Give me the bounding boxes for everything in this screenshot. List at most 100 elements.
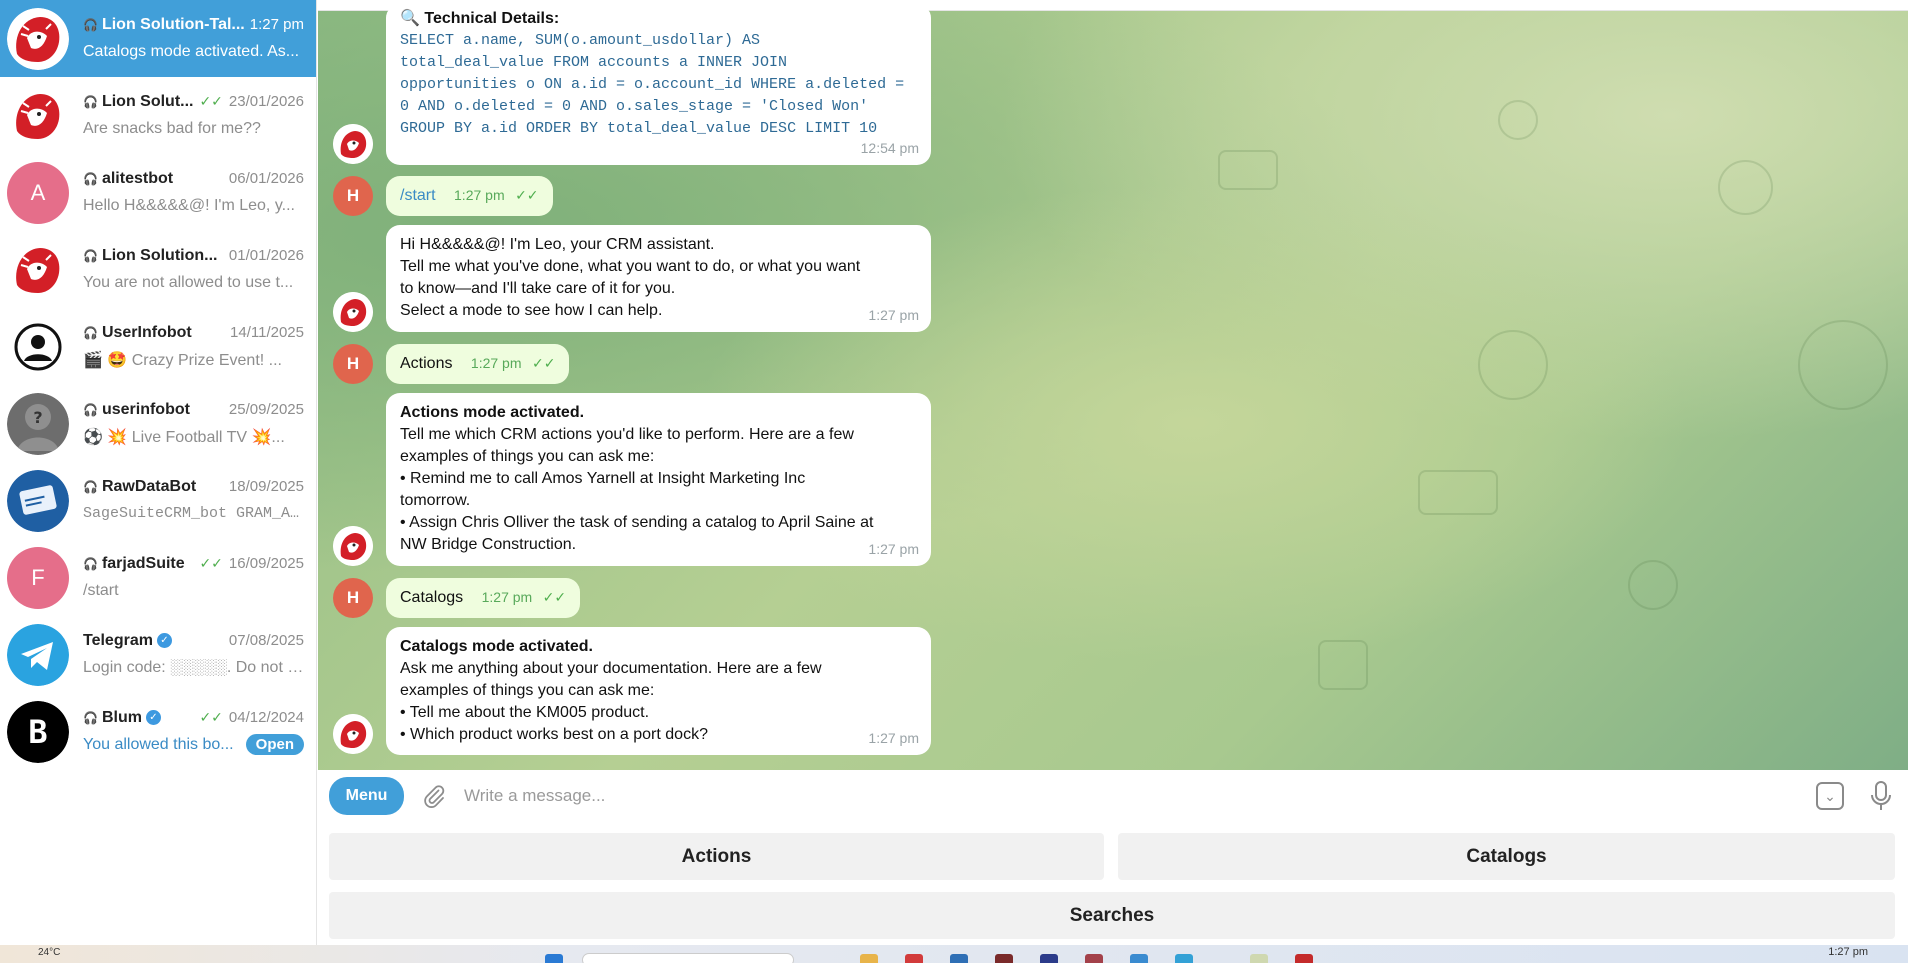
message-line: • Remind me to call Amos Yarnell at Insi… xyxy=(400,470,806,487)
message-line: • Tell me about the KM005 product. xyxy=(400,704,650,721)
message-actions[interactable]: Actions 1:27 pm ✓✓ xyxy=(386,344,570,384)
bot-menu-button[interactable]: Menu xyxy=(329,777,404,815)
message-heading: Catalogs mode activated. xyxy=(400,638,593,655)
chat-list-item[interactable]: 🎧 UserInfobot 14/11/2025 🎬 🤩 Crazy Prize Ev… xyxy=(0,308,316,385)
verified-badge-icon: ✓ xyxy=(145,710,161,725)
chat-list-item[interactable]: F 🎧 farjadSuite ✓✓ 16/09/2025/start xyxy=(0,539,316,616)
chat-list-item[interactable]: B 🎧 Blum ✓ ✓✓ 04/12/2024 You allowed this bo..… xyxy=(0,693,316,770)
message-time: 1:27 pm xyxy=(470,355,522,371)
app-icon[interactable] xyxy=(1040,954,1058,963)
chat-list-item[interactable]: 🎧 Lion Solut... ✓✓ 23/01/2026 Are snacks bad… xyxy=(0,77,316,154)
chat-date: 18/09/2025 xyxy=(228,478,304,495)
user-avatar[interactable]: H xyxy=(333,176,373,216)
message-text: /start xyxy=(400,187,436,204)
person-avatar xyxy=(7,315,69,378)
lion-logo-avatar xyxy=(7,7,69,70)
chat-date: 07/08/2025 xyxy=(228,632,304,649)
user-avatar[interactable]: H xyxy=(333,344,373,384)
bot-icon: 🎧 xyxy=(83,479,98,494)
message-greeting[interactable]: Hi H&&&&&@! I'm Leo, your CRM assistant.… xyxy=(386,225,931,332)
message-line: to know—and I'll take care of it for you… xyxy=(400,280,676,297)
message-technical-details[interactable]: 🔍 Technical Details: SELECT a.name, SUM(… xyxy=(386,4,931,165)
chat-list-item[interactable]: ? 🎧 userinfobot 25/09/2025 ⚽ 💥 Live Football… xyxy=(0,385,316,462)
user-avatar-letter: H xyxy=(346,588,360,607)
read-checkmarks-icon: ✓✓ xyxy=(199,93,223,109)
chat-name: Telegram xyxy=(83,631,153,649)
chat-list-item[interactable]: Telegram ✓ 07/08/2025 Login code: ░░░░░. Do… xyxy=(0,616,316,693)
chat-date: 16/09/2025 xyxy=(228,555,304,572)
chat-list-item-body: 🎧 UserInfobot 14/11/2025 🎬 🤩 Crazy Prize Ev… xyxy=(83,320,304,374)
app-icon[interactable] xyxy=(1085,954,1103,963)
open-app-button[interactable]: Open xyxy=(245,734,304,755)
app-icon[interactable] xyxy=(1250,954,1268,963)
rawdata-avatar xyxy=(7,469,69,532)
lion-logo-avatar xyxy=(7,84,69,147)
chat-date: 01/01/2026 xyxy=(228,247,304,264)
bot-avatar[interactable] xyxy=(333,124,373,164)
background-doodle xyxy=(1418,470,1498,515)
chat-date: 04/12/2024 xyxy=(228,709,304,726)
read-checkmarks-icon: ✓✓ xyxy=(515,187,539,203)
keyboard-button-catalogs[interactable]: Catalogs xyxy=(1118,833,1895,880)
chat-list-item-body: 🎧 alitestbot 06/01/2026 Hello H&&&&&@! I'm … xyxy=(83,166,304,220)
chat-name: farjadSuite xyxy=(101,554,185,572)
bot-avatar[interactable] xyxy=(333,292,373,332)
background-doodle xyxy=(1798,320,1888,410)
keyboard-button-actions[interactable]: Actions xyxy=(329,833,1104,880)
chat-name: Blum xyxy=(101,708,142,726)
app-icon[interactable] xyxy=(1295,954,1313,963)
chat-preview: 🎬 🤩 Crazy Prize Event! ... xyxy=(83,351,282,369)
chat-history[interactable]: 🔍 Technical Details: SELECT a.name, SUM(… xyxy=(318,0,1908,770)
svg-text:?: ? xyxy=(33,408,42,427)
app-icon[interactable] xyxy=(1175,954,1193,963)
message-line: • Which product works best on a port doc… xyxy=(400,726,708,743)
taskbar-search-input[interactable] xyxy=(582,953,794,963)
sql-line: 0 AND o.deleted = 0 AND o.sales_stage = … xyxy=(400,98,869,115)
chat-preview: You allowed this bo... xyxy=(83,735,234,753)
bot-keyboard-toggle-icon[interactable]: ⌄ xyxy=(1816,782,1844,810)
sql-code-block[interactable]: SELECT a.name, SUM(o.amount_usdollar) AS… xyxy=(400,30,917,140)
bot-avatar[interactable] xyxy=(333,526,373,566)
chat-name: userinfobot xyxy=(101,400,190,418)
bot-icon: 🎧 xyxy=(83,402,98,417)
chat-list-item-body: 🎧 userinfobot 25/09/2025 ⚽ 💥 Live Football … xyxy=(83,397,304,451)
svg-text:B: B xyxy=(28,713,47,751)
avatar-letter: A xyxy=(30,179,46,205)
chat-list-item[interactable]: 🎧 Lion Solution-Tal... 1:27 pm Catalogs mod… xyxy=(0,0,316,77)
app-icon[interactable] xyxy=(950,954,968,963)
bot-icon: 🎧 xyxy=(83,556,98,571)
start-icon[interactable] xyxy=(545,954,563,963)
user-avatar[interactable]: H xyxy=(333,578,373,618)
chat-list-item[interactable]: 🎧 RawDataBot 18/09/2025 SageSuiteCRM_bot GR… xyxy=(0,462,316,539)
background-doodle xyxy=(1498,100,1538,140)
file-explorer-icon[interactable] xyxy=(860,954,878,963)
message-line: NW Bridge Construction. xyxy=(400,536,577,553)
message-input[interactable] xyxy=(464,786,1764,806)
message-catalogs[interactable]: Catalogs 1:27 pm ✓✓ xyxy=(386,578,581,618)
system-clock[interactable]: 1:27 pm xyxy=(1828,946,1868,958)
message-start[interactable]: /start 1:27 pm ✓✓ xyxy=(386,176,553,216)
app-icon[interactable] xyxy=(995,954,1013,963)
app-icon[interactable] xyxy=(905,954,923,963)
bot-avatar[interactable] xyxy=(333,714,373,754)
attach-icon[interactable] xyxy=(422,784,446,808)
read-checkmarks-icon: ✓✓ xyxy=(542,589,567,605)
weather-temperature[interactable]: 24°C xyxy=(38,947,60,958)
message-time: 1:27 pm xyxy=(454,187,505,203)
message-actions-mode[interactable]: Actions mode activated. Tell me which CR… xyxy=(386,393,931,566)
microphone-icon[interactable] xyxy=(1870,780,1892,812)
chat-preview: ⚽ 💥 Live Football TV 💥... xyxy=(83,428,285,446)
chat-preview: Catalogs mode activated. As... xyxy=(83,42,300,60)
keyboard-button-searches[interactable]: Searches xyxy=(329,892,1895,939)
app-icon[interactable] xyxy=(1130,954,1148,963)
message-catalogs-mode[interactable]: Catalogs mode activated. Ask me anything… xyxy=(386,627,931,755)
bot-icon: 🎧 xyxy=(83,17,98,32)
chat-preview: Login code: ░░░░░. Do not gi... xyxy=(83,658,304,676)
chat-list-item-body: 🎧 Lion Solution-Tal... 1:27 pm Catalogs mod… xyxy=(83,12,304,66)
chat-list-item-body: 🎧 Blum ✓ ✓✓ 04/12/2024 You allowed this bo...… xyxy=(83,705,304,759)
chat-list-item[interactable]: 🎧 Lion Solution... 01/01/2026 You are not a… xyxy=(0,231,316,308)
message-line: Tell me which CRM actions you'd like to … xyxy=(400,426,854,443)
chat-list-item[interactable]: A 🎧 alitestbot 06/01/2026 Hello H&&&&&@! I'm… xyxy=(0,154,316,231)
chat-list-item-body: Telegram ✓ 07/08/2025 Login code: ░░░░░. Do… xyxy=(83,628,304,682)
telegram-window: 🎧 Lion Solution-Tal... 1:27 pm Catalogs mod… xyxy=(0,0,1908,963)
